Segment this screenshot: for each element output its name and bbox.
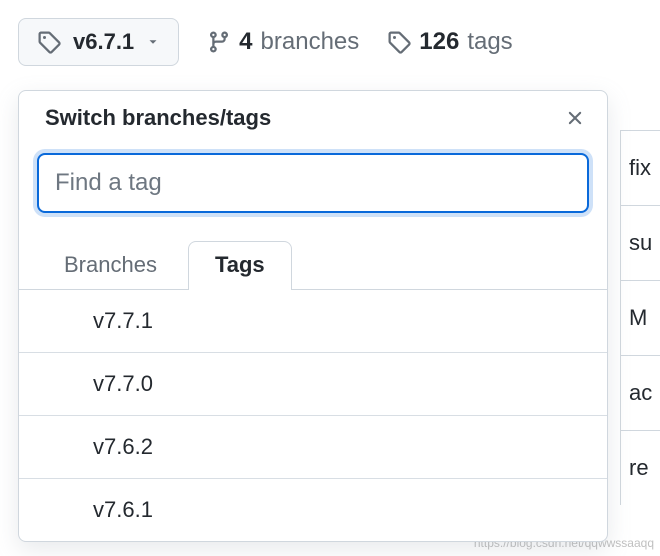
branches-count: 4 — [239, 28, 252, 56]
ref-selector-button[interactable]: v6.7.1 — [18, 18, 179, 66]
branches-label: branches — [261, 28, 360, 56]
tag-item[interactable]: v7.7.0 — [19, 353, 607, 416]
tag-icon — [387, 30, 411, 54]
bg-row: M — [621, 280, 660, 355]
current-ref-label: v6.7.1 — [73, 29, 134, 55]
tag-item[interactable]: v7.6.2 — [19, 416, 607, 479]
tags-count: 126 — [419, 28, 459, 56]
background-commit-list: fix su M ac re — [620, 130, 660, 505]
close-icon — [564, 107, 586, 129]
tag-item[interactable]: v7.7.1 — [19, 290, 607, 353]
bg-row: ac — [621, 355, 660, 430]
dropdown-title: Switch branches/tags — [45, 105, 271, 131]
branches-link[interactable]: 4 branches — [207, 28, 359, 56]
bg-row: re — [621, 430, 660, 505]
branch-icon — [207, 30, 231, 54]
tab-tags[interactable]: Tags — [188, 241, 292, 290]
tab-branches[interactable]: Branches — [37, 241, 184, 290]
tag-icon — [37, 30, 61, 54]
tag-list: v7.7.1 v7.7.0 v7.6.2 v7.6.1 — [19, 290, 607, 541]
caret-down-icon — [146, 35, 160, 49]
tags-link[interactable]: 126 tags — [387, 28, 512, 56]
close-button[interactable] — [563, 106, 587, 130]
bg-row: fix — [621, 130, 660, 205]
tags-label: tags — [467, 28, 512, 56]
bg-row: su — [621, 205, 660, 280]
ref-selector-dropdown: Switch branches/tags Branches Tags v7.7.… — [18, 90, 608, 542]
tag-item[interactable]: v7.6.1 — [19, 479, 607, 541]
ref-search-input[interactable] — [37, 153, 589, 213]
